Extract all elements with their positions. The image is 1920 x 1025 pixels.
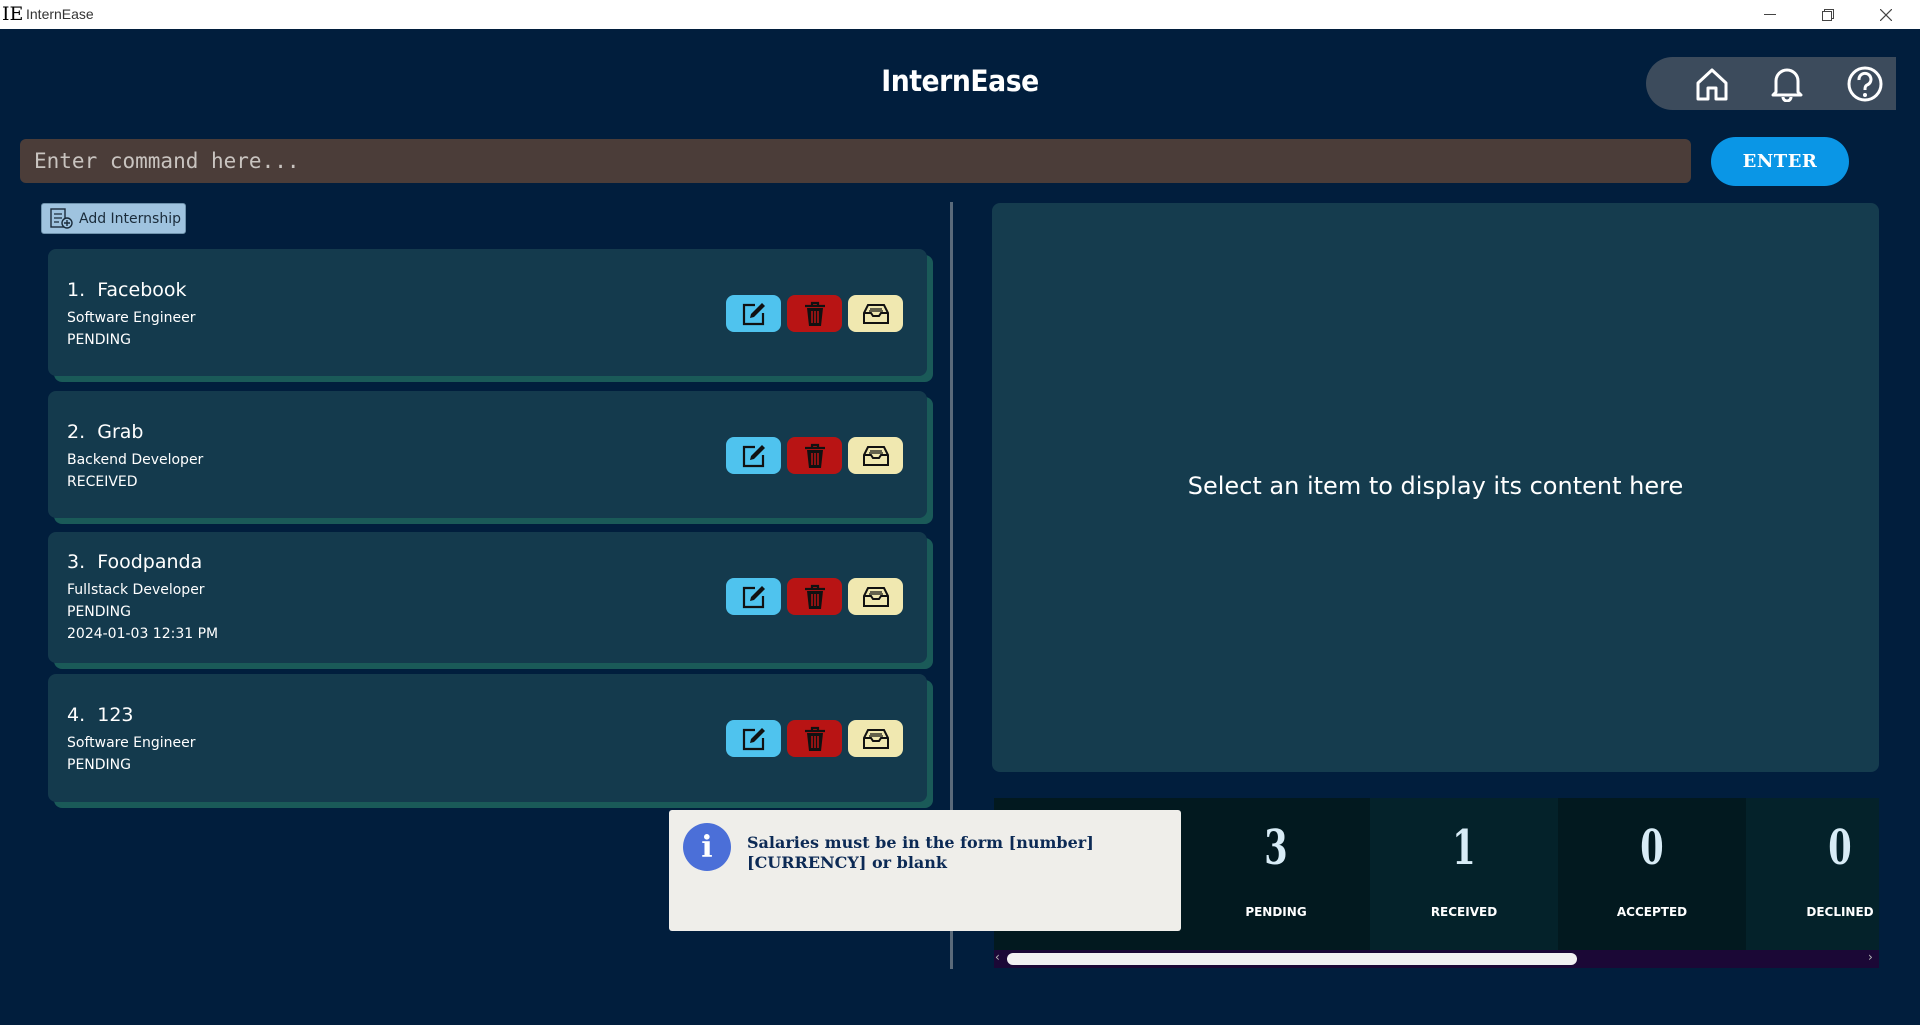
notifications-button[interactable] <box>1767 64 1807 104</box>
edit-button[interactable] <box>726 578 781 615</box>
card-role: Software Engineer <box>67 735 196 751</box>
archive-icon <box>862 728 889 749</box>
archive-button[interactable] <box>848 578 903 615</box>
stat-count: 0 <box>1640 820 1664 876</box>
card-company: 123 <box>97 704 134 726</box>
help-button[interactable] <box>1845 64 1885 104</box>
delete-button[interactable] <box>787 295 842 332</box>
toast-message: Salaries must be in the form [number] [C… <box>747 833 1094 872</box>
enter-button[interactable]: ENTER <box>1711 137 1849 186</box>
trash-icon <box>804 443 825 468</box>
bell-icon <box>1771 68 1803 102</box>
archive-button[interactable] <box>848 720 903 757</box>
help-icon <box>1847 66 1883 102</box>
app-logo: IE <box>2 3 24 25</box>
minimize-button[interactable] <box>1742 0 1798 29</box>
info-icon: i <box>683 823 731 871</box>
card-index: 3. <box>67 551 86 573</box>
edit-icon <box>742 444 765 467</box>
restore-icon <box>1822 8 1834 21</box>
archive-icon <box>862 303 889 324</box>
card-index: 4. <box>67 704 86 726</box>
card-status: PENDING <box>67 604 131 620</box>
card-company: Grab <box>97 421 144 443</box>
trash-icon <box>804 301 825 326</box>
card-company: Foodpanda <box>97 551 203 573</box>
card-role: Fullstack Developer <box>67 582 205 598</box>
card-status: PENDING <box>67 332 131 348</box>
stat-label: ACCEPTED <box>1616 905 1688 919</box>
edit-button[interactable] <box>726 295 781 332</box>
edit-button[interactable] <box>726 437 781 474</box>
card-status: RECEIVED <box>67 474 138 490</box>
trash-icon <box>804 726 825 751</box>
add-internship-button[interactable]: Add Internship <box>41 203 186 234</box>
card-role: Backend Developer <box>67 452 204 468</box>
scrollbar-thumb[interactable] <box>1007 953 1577 965</box>
internship-card[interactable]: 4. 123 Software Engineer PENDING <box>48 674 927 802</box>
internship-card[interactable]: 2. Grab Backend Developer RECEIVED <box>48 391 927 518</box>
archive-icon <box>862 445 889 466</box>
detail-placeholder: Select an item to display its content he… <box>1187 472 1684 500</box>
command-input[interactable] <box>20 139 1691 183</box>
restore-button[interactable] <box>1800 0 1856 29</box>
stat-label: PENDING <box>1245 905 1307 919</box>
edit-icon <box>742 727 765 750</box>
scroll-right-icon[interactable]: › <box>1868 950 1873 964</box>
stat-received: 1 RECEIVED <box>1370 798 1558 950</box>
card-role: Software Engineer <box>67 310 196 326</box>
stat-label: RECEIVED <box>1430 905 1498 919</box>
window-title: InternEase <box>26 6 94 22</box>
archive-icon <box>862 586 889 607</box>
home-icon <box>1696 68 1728 101</box>
stat-count: 1 <box>1452 820 1476 876</box>
delete-button[interactable] <box>787 437 842 474</box>
card-date: 2024-01-03 12:31 PM <box>67 626 219 642</box>
stat-accepted: 0 ACCEPTED <box>1558 798 1746 950</box>
edit-icon <box>742 585 765 608</box>
close-button[interactable] <box>1858 0 1914 29</box>
delete-button[interactable] <box>787 578 842 615</box>
stat-pending: 3 PENDING <box>1182 798 1370 950</box>
archive-button[interactable] <box>848 295 903 332</box>
card-status: PENDING <box>67 757 131 773</box>
archive-button[interactable] <box>848 437 903 474</box>
delete-button[interactable] <box>787 720 842 757</box>
card-title: 3. Foodpanda <box>67 551 202 573</box>
close-icon <box>1880 8 1892 21</box>
app-title: InternEase <box>881 64 1039 98</box>
card-title: 4. 123 <box>67 704 134 726</box>
internship-card[interactable]: 1. Facebook Software Engineer PENDING <box>48 249 927 376</box>
stat-label: DECLINED <box>1806 905 1874 919</box>
scroll-left-icon[interactable]: ‹ <box>995 950 1000 964</box>
card-index: 1. <box>67 279 86 301</box>
window-title-bar <box>0 0 1920 29</box>
stat-declined: 0 DECLINED <box>1746 798 1879 950</box>
trash-icon <box>804 584 825 609</box>
stat-count: 0 <box>1828 820 1852 876</box>
card-index: 2. <box>67 421 86 443</box>
stat-count: 3 <box>1264 820 1288 876</box>
add-document-icon <box>50 207 73 229</box>
edit-icon <box>742 302 765 325</box>
card-company: Facebook <box>97 279 187 301</box>
minimize-icon <box>1764 13 1776 15</box>
card-title: 1. Facebook <box>67 279 187 301</box>
home-button[interactable] <box>1692 64 1732 104</box>
add-internship-label: Add Internship <box>79 210 181 227</box>
card-title: 2. Grab <box>67 421 143 443</box>
edit-button[interactable] <box>726 720 781 757</box>
internship-card[interactable]: 3. Foodpanda Fullstack Developer PENDING… <box>48 532 927 663</box>
